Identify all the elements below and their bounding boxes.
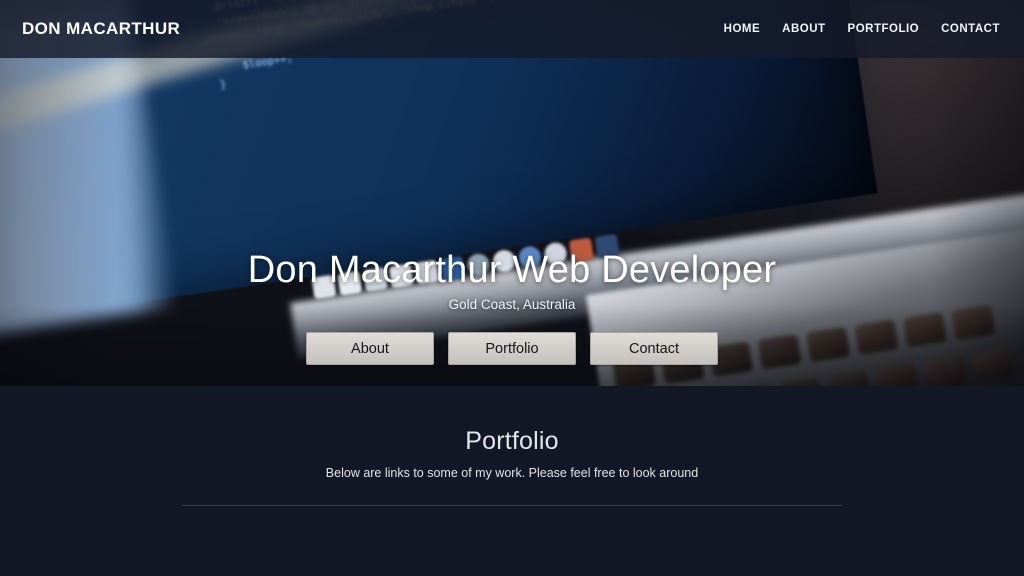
nav-item-contact[interactable]: CONTACT bbox=[941, 23, 1000, 35]
section-divider bbox=[182, 505, 842, 507]
site-logo[interactable]: DON MACARTHUR bbox=[22, 19, 180, 39]
nav-item-about[interactable]: ABOUT bbox=[782, 23, 825, 35]
about-button[interactable]: About bbox=[306, 332, 434, 365]
nav-item-portfolio[interactable]: PORTFOLIO bbox=[848, 23, 920, 35]
portfolio-heading: Portfolio bbox=[465, 427, 559, 455]
hero-subtitle: Gold Coast, Australia bbox=[448, 297, 576, 312]
portfolio-section: Portfolio Below are links to some of my … bbox=[0, 386, 1024, 576]
site-header: DON MACARTHUR HOME ABOUT PORTFOLIO CONTA… bbox=[0, 0, 1024, 58]
hero-title: Don Macarthur Web Developer bbox=[247, 249, 777, 291]
nav-item-home[interactable]: HOME bbox=[724, 23, 761, 35]
contact-button[interactable]: Contact bbox=[590, 332, 718, 365]
main-navigation: HOME ABOUT PORTFOLIO CONTACT bbox=[724, 23, 1002, 35]
portfolio-description: Below are links to some of my work. Plea… bbox=[325, 466, 699, 480]
hero-cta-group: About Portfolio Contact bbox=[306, 332, 718, 365]
page-root: $image_link = apply_ if ( ! $image_link … bbox=[0, 0, 1024, 576]
portfolio-button[interactable]: Portfolio bbox=[448, 332, 576, 365]
